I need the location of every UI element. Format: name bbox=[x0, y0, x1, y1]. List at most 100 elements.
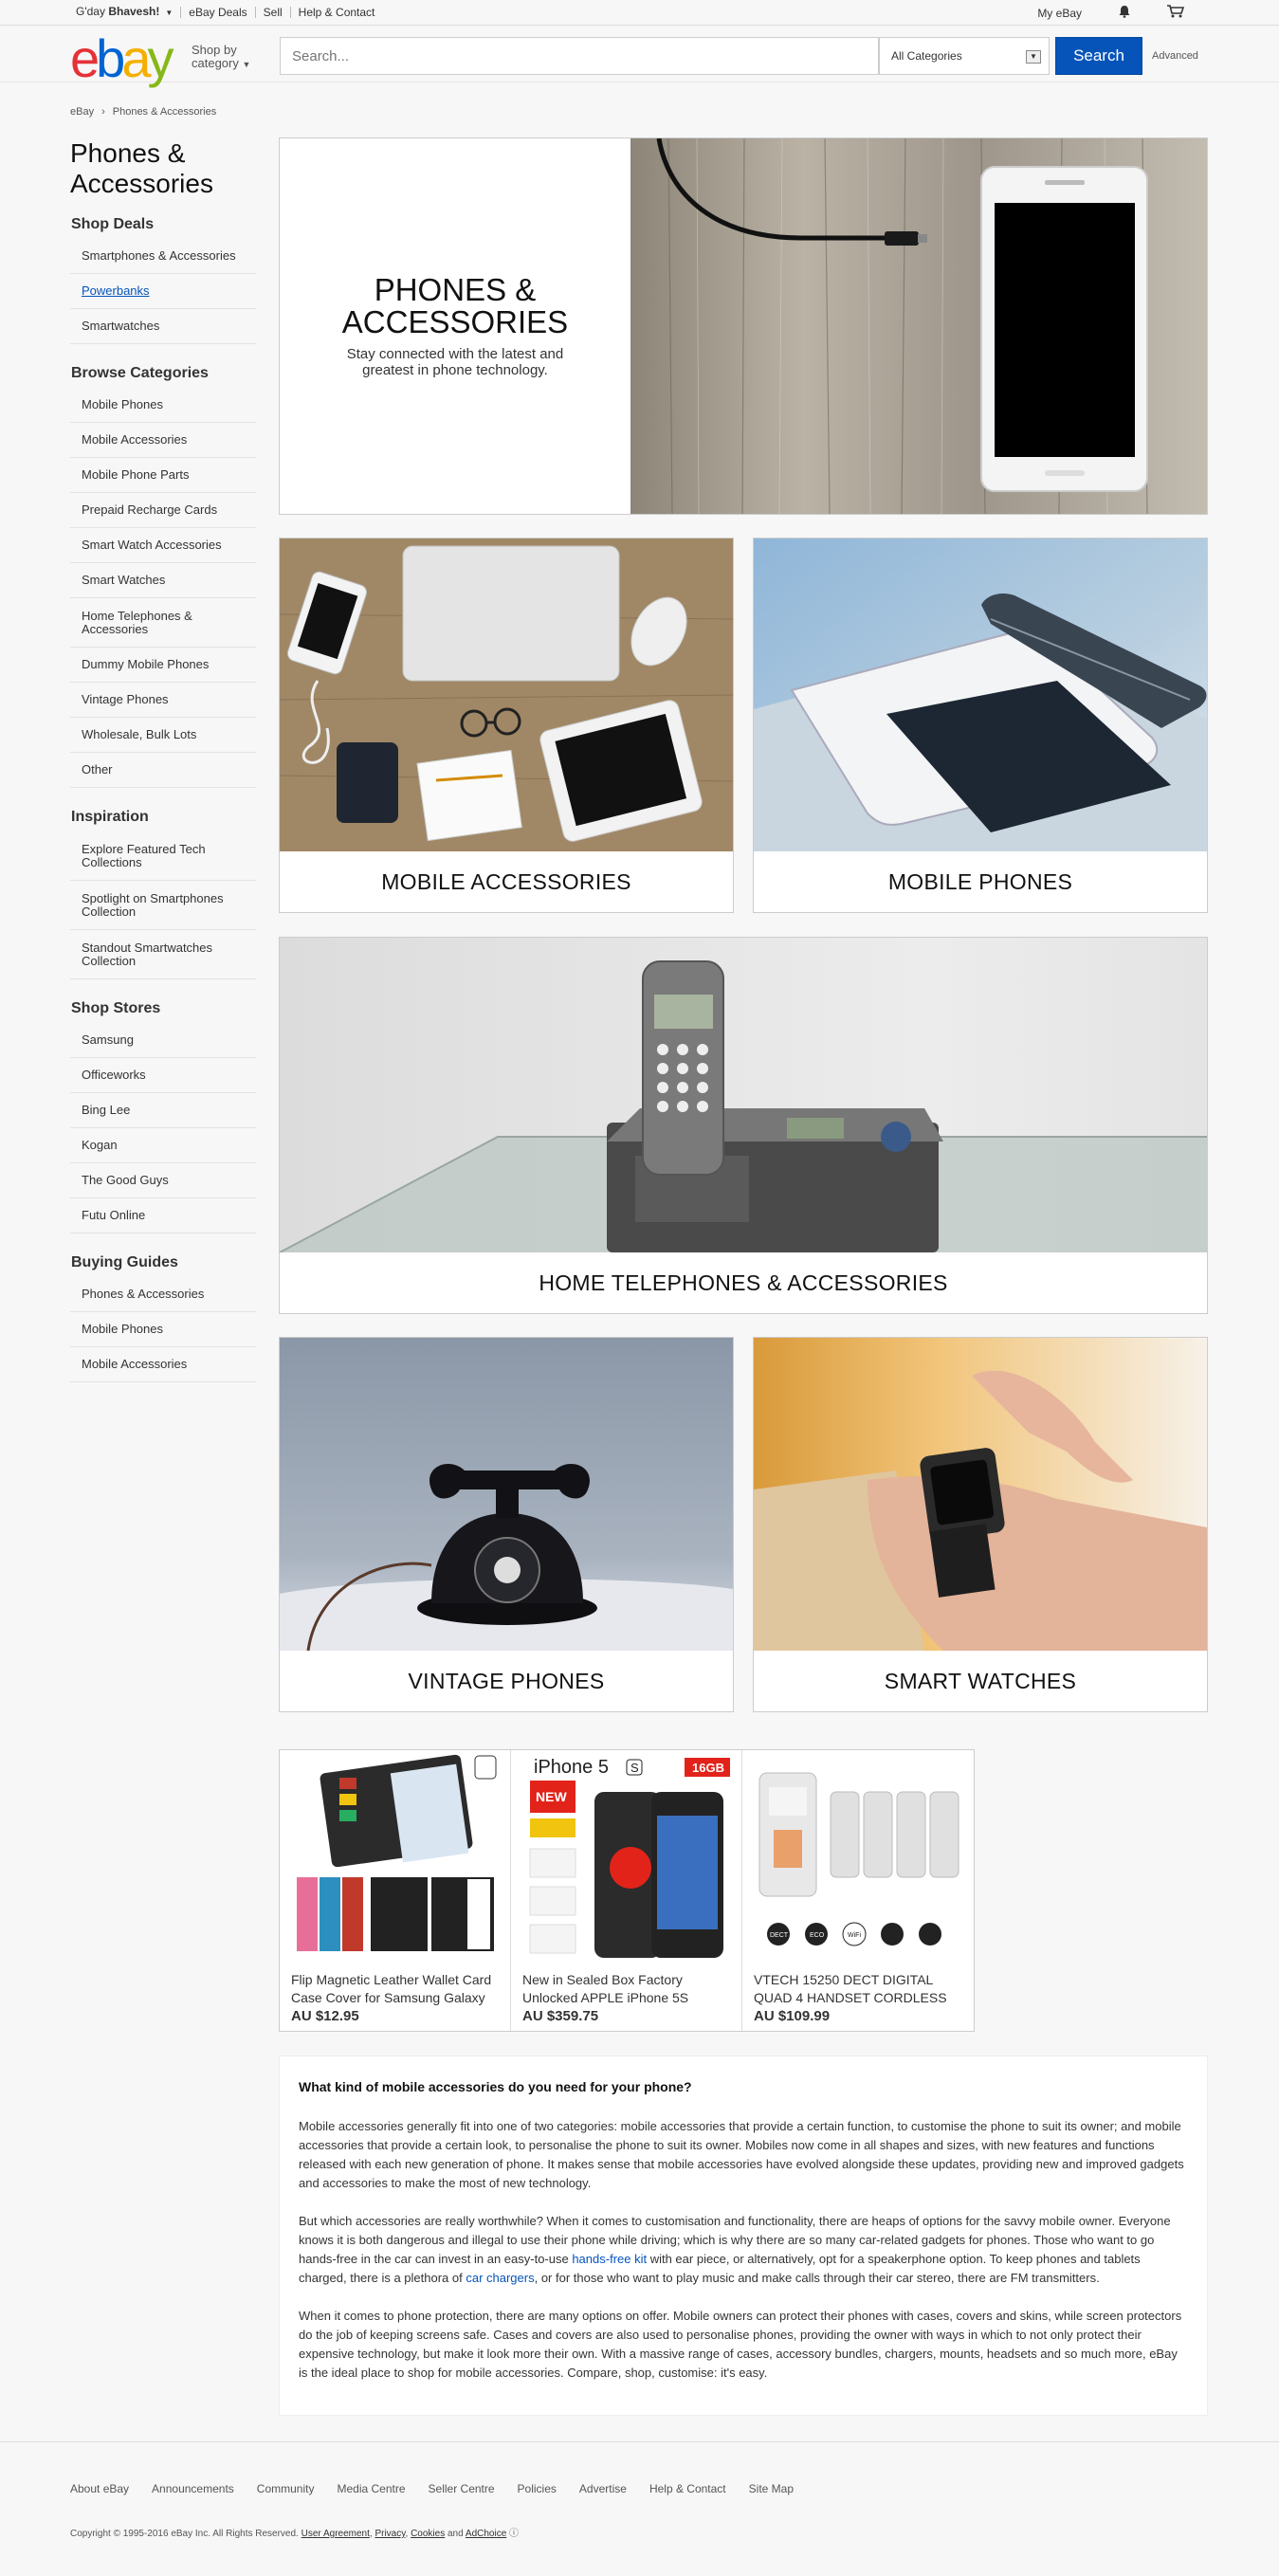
cart-icon[interactable] bbox=[1167, 5, 1185, 21]
tile-smart-watches[interactable]: SMART WATCHES bbox=[753, 1337, 1208, 1712]
footer-link-about[interactable]: About eBay bbox=[70, 2482, 129, 2495]
footer-link-announcements[interactable]: Announcements bbox=[152, 2482, 234, 2495]
footer-link-community[interactable]: Community bbox=[257, 2482, 315, 2495]
sidebar-item-prepaid-recharge-cards[interactable]: Prepaid Recharge Cards bbox=[70, 493, 256, 528]
cookies-link[interactable]: Cookies bbox=[411, 2529, 445, 2539]
sidebar-item-spotlight-smartphones[interactable]: Spotlight on Smartphones Collection bbox=[70, 881, 256, 930]
adchoice-link[interactable]: AdChoice bbox=[466, 2529, 506, 2539]
sidebar-item-standout-smartwatches[interactable]: Standout Smartwatches Collection bbox=[70, 930, 256, 979]
sidebar-item-samsung[interactable]: Samsung bbox=[70, 1023, 256, 1058]
breadcrumb-ebay[interactable]: eBay bbox=[70, 106, 94, 118]
product-title[interactable]: Flip Magnetic Leather Wallet Card Case C… bbox=[291, 1971, 502, 2007]
badge-text: WiFi bbox=[848, 1932, 861, 1939]
greeting[interactable]: G'day Bhavesh! ▼ bbox=[76, 6, 180, 19]
footer-link-media-centre[interactable]: Media Centre bbox=[337, 2482, 405, 2495]
sidebar-item-smartphones-accessories[interactable]: Smartphones & Accessories bbox=[70, 239, 256, 274]
sidebar-item-home-telephones[interactable]: Home Telephones & Accessories bbox=[70, 598, 256, 648]
privacy-link[interactable]: Privacy bbox=[375, 2529, 405, 2539]
sidebar-item-vintage-phones[interactable]: Vintage Phones bbox=[70, 683, 256, 718]
product-carousel: Flip Magnetic Leather Wallet Card Case C… bbox=[279, 1749, 975, 2032]
footer-link-help-contact[interactable]: Help & Contact bbox=[649, 2482, 726, 2495]
iphone-s-text: S bbox=[630, 1761, 639, 1775]
badge-text: ECO bbox=[810, 1932, 825, 1939]
capacity-text: 16GB bbox=[692, 1761, 724, 1775]
user-agreement-link[interactable]: User Agreement bbox=[301, 2529, 370, 2539]
page-title: Phones & Accessories bbox=[70, 138, 213, 198]
sidebar-item-guide-mobile-phones[interactable]: Mobile Phones bbox=[70, 1312, 256, 1347]
adchoice-icon: ⓘ bbox=[509, 2529, 520, 2539]
sidebar-item-guide-mobile-accessories[interactable]: Mobile Accessories bbox=[70, 1347, 256, 1382]
footer: About eBay Announcements Community Media… bbox=[0, 2441, 1279, 2576]
sidebar-item-kogan[interactable]: Kogan bbox=[70, 1128, 256, 1163]
iphone-brand-text: iPhone 5 bbox=[534, 1757, 609, 1778]
header: ebay Shop by category ▼ All Categories ▼… bbox=[0, 26, 1279, 85]
sidebar-item-featured-tech[interactable]: Explore Featured Tech Collections bbox=[70, 831, 256, 881]
sidebar-item-the-good-guys[interactable]: The Good Guys bbox=[70, 1163, 256, 1198]
footer-link-policies[interactable]: Policies bbox=[518, 2482, 557, 2495]
sidebar-item-mobile-accessories[interactable]: Mobile Accessories bbox=[70, 423, 256, 458]
category-select[interactable]: All Categories ▼ bbox=[879, 37, 1050, 75]
hero-banner[interactable]: PHONES & ACCESSORIES Stay connected with… bbox=[279, 137, 1208, 515]
sidebar-item-other[interactable]: Other bbox=[70, 753, 256, 788]
product-price: AU $109.99 bbox=[754, 2008, 831, 2024]
my-ebay-link[interactable]: My eBay bbox=[1037, 7, 1082, 20]
sidebar-item-futu-online[interactable]: Futu Online bbox=[70, 1198, 256, 1233]
vintage-phone-image bbox=[280, 1338, 733, 1651]
iphone-5s-image: iPhone 5 S 16GB NEW bbox=[519, 1754, 736, 1964]
inspiration-list: Explore Featured Tech Collections Spotli… bbox=[70, 831, 256, 979]
sidebar-item-officeworks[interactable]: Officeworks bbox=[70, 1058, 256, 1093]
sidebar-item-powerbanks[interactable]: Powerbanks bbox=[70, 274, 256, 309]
shop-deals-list: Smartphones & Accessories Powerbanks Sma… bbox=[70, 239, 256, 344]
article-paragraph: But which accessories are really worthwh… bbox=[299, 2214, 1171, 2285]
footer-link-advertise[interactable]: Advertise bbox=[579, 2482, 627, 2495]
sidebar-heading-browse-categories: Browse Categories bbox=[71, 365, 209, 381]
search-input[interactable] bbox=[281, 38, 878, 74]
tile-mobile-accessories[interactable]: MOBILE ACCESSORIES bbox=[279, 538, 734, 913]
shop-by-category-button[interactable]: Shop by category ▼ bbox=[192, 44, 250, 71]
tile-home-telephones[interactable]: HOME TELEPHONES & ACCESSORIES bbox=[279, 937, 1208, 1314]
sidebar-heading-buying-guides: Buying Guides bbox=[71, 1254, 178, 1270]
smartphone-on-wood-image bbox=[630, 138, 1207, 514]
car-chargers-link[interactable]: car chargers bbox=[466, 2271, 534, 2285]
sidebar-item-smart-watches[interactable]: Smart Watches bbox=[70, 563, 256, 598]
new-badge-text: NEW bbox=[536, 1789, 567, 1804]
product-title[interactable]: VTECH 15250 DECT DIGITAL QUAD 4 HANDSET … bbox=[754, 1971, 964, 2007]
product-card[interactable]: iPhone 5 S 16GB NEW New in Sealed Box Fa… bbox=[511, 1750, 742, 2031]
advanced-search-link[interactable]: Advanced bbox=[1152, 50, 1198, 62]
footer-link-seller-centre[interactable]: Seller Centre bbox=[429, 2482, 495, 2495]
sell-link[interactable]: Sell bbox=[254, 7, 290, 18]
product-price: AU $359.75 bbox=[522, 2008, 599, 2024]
ebay-logo[interactable]: ebay bbox=[70, 32, 174, 85]
top-bar: G'day Bhavesh! ▼ eBay Deals Sell Help & C… bbox=[0, 0, 1279, 26]
hero-subtitle: Stay connected with the latest and great… bbox=[346, 346, 564, 378]
footer-link-site-map[interactable]: Site Map bbox=[749, 2482, 794, 2495]
sidebar-item-smart-watch-accessories[interactable]: Smart Watch Accessories bbox=[70, 528, 256, 563]
product-card[interactable]: DECT ECO WiFi VTECH 15250 DECT DIGITAL Q… bbox=[742, 1750, 974, 2031]
help-contact-link[interactable]: Help & Contact bbox=[289, 7, 383, 18]
dropdown-arrow-icon: ▼ bbox=[1026, 50, 1041, 64]
product-title[interactable]: New in Sealed Box Factory Unlocked APPLE… bbox=[522, 1971, 733, 2007]
tile-label-mobile-phones: MOBILE PHONES bbox=[887, 868, 1073, 894]
sidebar-item-dummy-mobile-phones[interactable]: Dummy Mobile Phones bbox=[70, 648, 256, 683]
tile-mobile-phones[interactable]: MOBILE PHONES bbox=[753, 538, 1208, 913]
tile-label-home-telephones: HOME TELEPHONES & ACCESSORIES bbox=[539, 1270, 948, 1295]
sidebar-item-smartwatches[interactable]: Smartwatches bbox=[70, 309, 256, 344]
tile-vintage-phones[interactable]: VINTAGE PHONES bbox=[279, 1337, 734, 1712]
sidebar-item-wholesale[interactable]: Wholesale, Bulk Lots bbox=[70, 718, 256, 753]
notification-bell-icon[interactable] bbox=[1118, 5, 1131, 21]
hero-title: PHONES & ACCESSORIES bbox=[341, 272, 569, 339]
sidebar-item-mobile-phones[interactable]: Mobile Phones bbox=[70, 388, 256, 423]
mobile-accessories-image bbox=[280, 539, 733, 851]
buying-guides-list: Phones & Accessories Mobile Phones Mobil… bbox=[70, 1277, 256, 1382]
ebay-deals-link[interactable]: eBay Deals bbox=[180, 7, 254, 18]
hands-free-kit-link[interactable]: hands-free kit bbox=[572, 2252, 647, 2266]
search-button[interactable]: Search bbox=[1055, 37, 1142, 75]
sidebar-item-guide-phones-accessories[interactable]: Phones & Accessories bbox=[70, 1277, 256, 1312]
sidebar: Phones & Accessories Shop Deals Smartpho… bbox=[70, 138, 256, 1403]
caret-down-icon: ▼ bbox=[165, 9, 174, 17]
sidebar-item-mobile-phone-parts[interactable]: Mobile Phone Parts bbox=[70, 458, 256, 493]
sidebar-item-bing-lee[interactable]: Bing Lee bbox=[70, 1093, 256, 1128]
breadcrumb-current[interactable]: Phones & Accessories bbox=[113, 106, 216, 118]
product-card[interactable]: Flip Magnetic Leather Wallet Card Case C… bbox=[280, 1750, 511, 2031]
vtech-cordless-image: DECT ECO WiFi bbox=[750, 1754, 967, 1964]
